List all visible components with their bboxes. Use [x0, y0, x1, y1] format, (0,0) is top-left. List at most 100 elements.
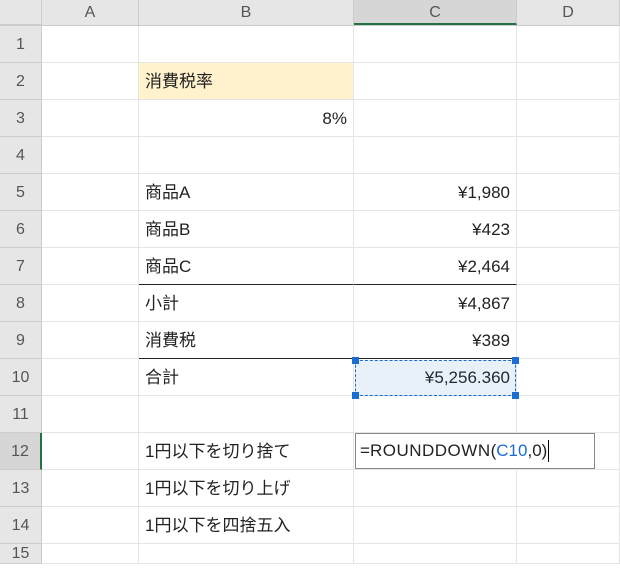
row-header-13[interactable]: 13: [0, 470, 42, 507]
row-header-6[interactable]: 6: [0, 211, 42, 248]
cell-C2[interactable]: [354, 63, 517, 100]
cell-A14[interactable]: [42, 507, 139, 544]
col-header-A[interactable]: A: [42, 0, 139, 25]
cell-D4[interactable]: [517, 137, 620, 174]
cell-A13[interactable]: [42, 470, 139, 507]
cell-D14[interactable]: [517, 507, 620, 544]
formula-edit-C12[interactable]: =ROUNDDOWN(C10,0): [355, 433, 595, 469]
cell-D7[interactable]: [517, 248, 620, 285]
cell-B4[interactable]: [139, 137, 354, 174]
cell-D9[interactable]: [517, 322, 620, 359]
cell-B1[interactable]: [139, 26, 354, 63]
formula-ref: C10: [496, 441, 527, 461]
row-3: 3 8%: [0, 100, 620, 137]
formula-arg: 0: [532, 441, 541, 461]
row-7: 7 商品C ¥2,464: [0, 248, 620, 285]
row-2: 2 消費税率: [0, 63, 620, 100]
row-header-1[interactable]: 1: [0, 26, 42, 63]
row-header-9[interactable]: 9: [0, 322, 42, 359]
row-header-15[interactable]: 15: [0, 544, 42, 564]
cell-C9[interactable]: ¥389: [354, 322, 517, 359]
cell-D10[interactable]: [517, 359, 620, 396]
row-5: 5 商品A ¥1,980: [0, 174, 620, 211]
row-header-10[interactable]: 10: [0, 359, 42, 396]
cell-A9[interactable]: [42, 322, 139, 359]
cell-A8[interactable]: [42, 285, 139, 322]
cell-C8[interactable]: ¥4,867: [354, 285, 517, 322]
cell-C7[interactable]: ¥2,464: [354, 248, 517, 285]
cell-C6[interactable]: ¥423: [354, 211, 517, 248]
cell-B7[interactable]: 商品C: [139, 248, 354, 285]
formula-close: ): [542, 441, 548, 461]
cell-A4[interactable]: [42, 137, 139, 174]
row-14: 14 1円以下を四捨五入: [0, 507, 620, 544]
row-header-14[interactable]: 14: [0, 507, 42, 544]
cell-C10[interactable]: ¥5,256.360: [354, 359, 517, 396]
row-header-12[interactable]: 12: [0, 433, 42, 470]
cell-C1[interactable]: [354, 26, 517, 63]
cell-B15[interactable]: [139, 544, 354, 564]
cell-C14[interactable]: [354, 507, 517, 544]
cell-A3[interactable]: [42, 100, 139, 137]
cell-A7[interactable]: [42, 248, 139, 285]
cell-C15[interactable]: [354, 544, 517, 564]
row-6: 6 商品B ¥423: [0, 211, 620, 248]
cell-B5[interactable]: 商品A: [139, 174, 354, 211]
cell-B12[interactable]: 1円以下を切り捨て: [139, 433, 354, 470]
cell-D11[interactable]: [517, 396, 620, 433]
row-header-5[interactable]: 5: [0, 174, 42, 211]
row-13: 13 1円以下を切り上げ: [0, 470, 620, 507]
text-cursor: [548, 440, 549, 462]
cell-B14[interactable]: 1円以下を四捨五入: [139, 507, 354, 544]
row-10: 10 合計 ¥5,256.360: [0, 359, 620, 396]
cell-D13[interactable]: [517, 470, 620, 507]
cell-A6[interactable]: [42, 211, 139, 248]
cell-C13[interactable]: [354, 470, 517, 507]
cell-B9[interactable]: 消費税: [139, 322, 354, 359]
row-header-8[interactable]: 8: [0, 285, 42, 322]
row-header-2[interactable]: 2: [0, 63, 42, 100]
row-header-11[interactable]: 11: [0, 396, 42, 433]
cell-D15[interactable]: [517, 544, 620, 564]
row-8: 8 小計 ¥4,867: [0, 285, 620, 322]
cell-C5[interactable]: ¥1,980: [354, 174, 517, 211]
cell-B13[interactable]: 1円以下を切り上げ: [139, 470, 354, 507]
cell-B8[interactable]: 小計: [139, 285, 354, 322]
cell-C11[interactable]: [354, 396, 517, 433]
cell-A12[interactable]: [42, 433, 139, 470]
cell-D8[interactable]: [517, 285, 620, 322]
cell-B3[interactable]: 8%: [139, 100, 354, 137]
cell-B10[interactable]: 合計: [139, 359, 354, 396]
formula-function: ROUNDDOWN: [370, 441, 491, 461]
cell-C4[interactable]: [354, 137, 517, 174]
cell-A5[interactable]: [42, 174, 139, 211]
row-4: 4: [0, 137, 620, 174]
row-header-3[interactable]: 3: [0, 100, 42, 137]
cell-D1[interactable]: [517, 26, 620, 63]
cell-D2[interactable]: [517, 63, 620, 100]
cell-D6[interactable]: [517, 211, 620, 248]
row-header-4[interactable]: 4: [0, 137, 42, 174]
row-header-7[interactable]: 7: [0, 248, 42, 285]
column-headers: A B C D: [0, 0, 620, 26]
cell-B2[interactable]: 消費税率: [139, 63, 354, 100]
col-header-D[interactable]: D: [517, 0, 620, 25]
row-11: 11: [0, 396, 620, 433]
col-header-C[interactable]: C: [354, 0, 517, 25]
cell-A1[interactable]: [42, 26, 139, 63]
cell-A15[interactable]: [42, 544, 139, 564]
cell-B6[interactable]: 商品B: [139, 211, 354, 248]
cell-B11[interactable]: [139, 396, 354, 433]
formula-equals: =: [360, 441, 370, 461]
cell-C3[interactable]: [354, 100, 517, 137]
col-header-B[interactable]: B: [139, 0, 354, 25]
spreadsheet[interactable]: A B C D 1 2 消費税率 3 8% 4 5 商品A ¥1,980: [0, 0, 620, 576]
cell-A2[interactable]: [42, 63, 139, 100]
cell-D5[interactable]: [517, 174, 620, 211]
row-9: 9 消費税 ¥389: [0, 322, 620, 359]
row-1: 1: [0, 26, 620, 63]
cell-A11[interactable]: [42, 396, 139, 433]
cell-A10[interactable]: [42, 359, 139, 396]
cell-D3[interactable]: [517, 100, 620, 137]
select-all-corner[interactable]: [0, 0, 42, 25]
